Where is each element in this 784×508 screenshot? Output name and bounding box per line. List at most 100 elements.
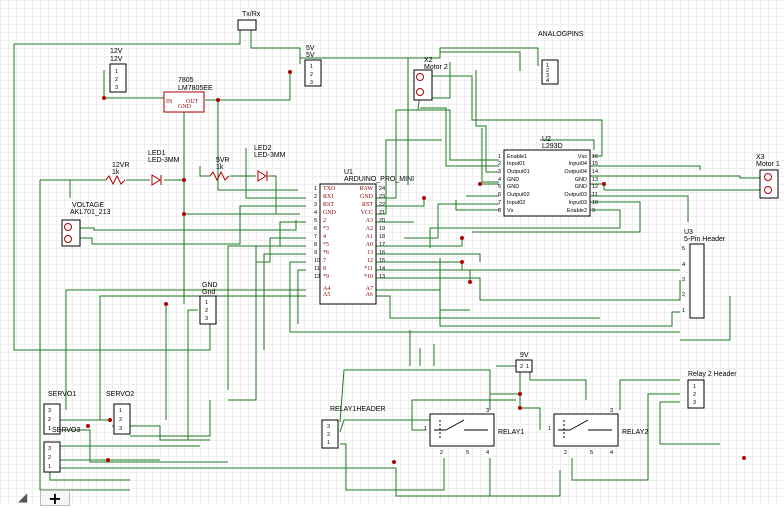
svg-text:3: 3 <box>115 85 118 91</box>
u1-left-pin-label: *6 <box>323 250 329 256</box>
arduino-pro-mini[interactable]: U1 ARDUINO_PRO_MINI TXO1RXI2RST3GND425*3… <box>314 169 414 305</box>
svg-text:2: 2 <box>205 308 208 314</box>
gnd-header[interactable]: GND Gnd 1 2 3 <box>199 282 218 325</box>
u1-left-pin-label: 7 <box>323 258 326 264</box>
relay1[interactable]: RELAY1 3 1 2 5 4 <box>424 408 524 456</box>
svg-text:LED1: LED1 <box>148 150 166 157</box>
u1-right-pin-number: 14 <box>379 266 385 272</box>
u1-right-pin-number: 16 <box>379 250 385 256</box>
svg-text:1: 1 <box>205 300 208 306</box>
relay1-header[interactable]: RELAY1HEADER 3 2 1 <box>321 406 386 449</box>
u2-left-pin-number: 2 <box>498 161 501 167</box>
motor-driver-l293d[interactable]: U2 L293D Enable1 1 Input01 2 Output01 3 GND 4 GN… <box>498 136 598 217</box>
resistor-12vr[interactable]: 12VR 1k <box>105 162 130 186</box>
svg-text:3: 3 <box>205 316 208 322</box>
resistor-5vr[interactable]: 5VR 1k <box>209 157 230 182</box>
analog-pins-header[interactable]: ANALOGPINS 1 2 3 4 <box>538 31 584 85</box>
svg-text:GND: GND <box>202 282 218 289</box>
svg-text:IN: IN <box>166 99 173 105</box>
u2-right-pin-label: Vss <box>578 154 587 160</box>
svg-text:SERVO3: SERVO3 <box>52 427 80 434</box>
svg-text:2: 2 <box>520 364 523 370</box>
u1-right-pin-number: 22 <box>379 202 385 208</box>
svg-text:5: 5 <box>466 450 469 456</box>
u2-left-pin-label: Enable1 <box>507 154 527 160</box>
u1-left-pin-number: 11 <box>314 266 320 272</box>
svg-text:RELAY1HEADER: RELAY1HEADER <box>330 406 386 413</box>
u1-left-pin-label: 2 <box>323 218 326 224</box>
svg-text:3: 3 <box>610 408 613 414</box>
u1-right-pin-label: RAW <box>359 186 373 192</box>
svg-text:AKL701_213: AKL701_213 <box>70 209 111 216</box>
svg-text:2: 2 <box>48 417 51 423</box>
svg-text:LED-3MM: LED-3MM <box>148 157 180 164</box>
u2-right-pin-label: Enable2 <box>567 208 587 214</box>
svg-text:5V: 5V <box>306 52 315 59</box>
svg-text:3: 3 <box>327 424 330 430</box>
voltage-terminal[interactable]: VOLTAGE AKL701_213 <box>61 202 111 247</box>
svg-text:4: 4 <box>610 450 613 456</box>
u1-left-pin-label: RXI <box>323 194 333 200</box>
motor2-terminal[interactable]: X2 Motor 2 <box>413 57 448 101</box>
relay2-header[interactable]: Relay 2 Header 1 2 3 <box>687 371 737 409</box>
u1-left-pin-number: 3 <box>314 202 317 208</box>
svg-text:5-Pin Header: 5-Pin Header <box>684 236 726 243</box>
u3-pin-number: 5 <box>682 246 685 252</box>
svg-text:Tx/Rx: Tx/Rx <box>242 11 261 18</box>
u2-right-pin-number: 11 <box>592 192 598 198</box>
svg-text:X2: X2 <box>424 57 433 64</box>
svg-text:2: 2 <box>119 417 122 423</box>
svg-text:4: 4 <box>486 450 489 456</box>
u1-left-pin-number: 2 <box>314 194 317 200</box>
svg-text:1: 1 <box>119 408 122 414</box>
u1-right-pin-label: GND <box>360 194 374 200</box>
relay2[interactable]: RELAY2 3 1 2 5 4 <box>548 408 648 456</box>
u2-left-pin-label: Vs <box>507 208 514 214</box>
svg-text:1: 1 <box>548 426 551 432</box>
u2-left-pin-label: Output01 <box>507 169 530 175</box>
svg-text:L293D: L293D <box>542 143 563 150</box>
svg-text:1: 1 <box>115 69 118 75</box>
u2-right-pin-label: GND <box>575 177 587 183</box>
u2-left-pin-number: 1 <box>498 154 501 160</box>
header-9v[interactable]: 9V 2 1 <box>515 352 533 373</box>
u1-right-pin-label: A0 <box>366 242 373 248</box>
txrx-header[interactable]: Tx/Rx <box>237 11 261 31</box>
u1-right-pin-number: 24 <box>379 186 385 192</box>
svg-text:2: 2 <box>564 450 567 456</box>
resize-corner-icon: ◢ <box>18 490 28 504</box>
u2-right-pin-number: 9 <box>592 208 595 214</box>
u2-left-pin-number: 7 <box>498 200 501 206</box>
svg-text:SERVO1: SERVO1 <box>48 391 76 398</box>
u2-left-pin-number: 6 <box>498 192 501 198</box>
svg-text:1: 1 <box>526 364 529 370</box>
svg-text:3: 3 <box>486 408 489 414</box>
u1-left-pin-label: *5 <box>323 242 329 248</box>
five-pin-header-u3[interactable]: U3 5-Pin Header 5 4 3 2 1 <box>682 229 726 319</box>
u1-right-pin-label: A3 <box>366 218 373 224</box>
svg-text:3: 3 <box>693 400 696 406</box>
schematic-diagram[interactable]: Tx/Rx 12V 12V 1 2 3 5V 5V 1 2 3 7805 LM7… <box>0 0 784 504</box>
u2-left-pin-number: 5 <box>498 184 501 190</box>
voltage-regulator-7805[interactable]: 7805 LM7805EE IN OUT GND <box>163 77 213 113</box>
u1-left-pin-number: 6 <box>314 226 317 232</box>
svg-text:X3: X3 <box>756 154 765 161</box>
header-12v[interactable]: 12V 12V 1 2 3 <box>109 48 127 93</box>
u1-left-pin-number: 4 <box>314 210 317 216</box>
svg-text:12VR: 12VR <box>112 162 130 169</box>
svg-text:Relay 2 Header: Relay 2 Header <box>688 371 737 378</box>
svg-text:5V: 5V <box>306 45 315 52</box>
svg-text:SERVO2: SERVO2 <box>106 391 134 398</box>
u1-right-pin-label: 13 <box>367 250 373 256</box>
u1-right-pin-label: A2 <box>366 226 373 232</box>
u1-right-pin-number: 20 <box>379 218 385 224</box>
servo2-header[interactable]: SERVO2 1 2 3 <box>106 391 134 435</box>
svg-text:2: 2 <box>693 392 696 398</box>
header-5v[interactable]: 5V 5V 1 2 3 <box>304 45 322 87</box>
svg-text:1: 1 <box>48 464 51 470</box>
u1-right-pin-number: 23 <box>379 194 385 200</box>
u1-right-pin-label: A1 <box>366 234 373 240</box>
motor1-terminal[interactable]: X3 Motor 1 <box>756 154 780 199</box>
svg-text:VOLTAGE: VOLTAGE <box>72 202 104 209</box>
svg-text:3: 3 <box>48 446 51 452</box>
